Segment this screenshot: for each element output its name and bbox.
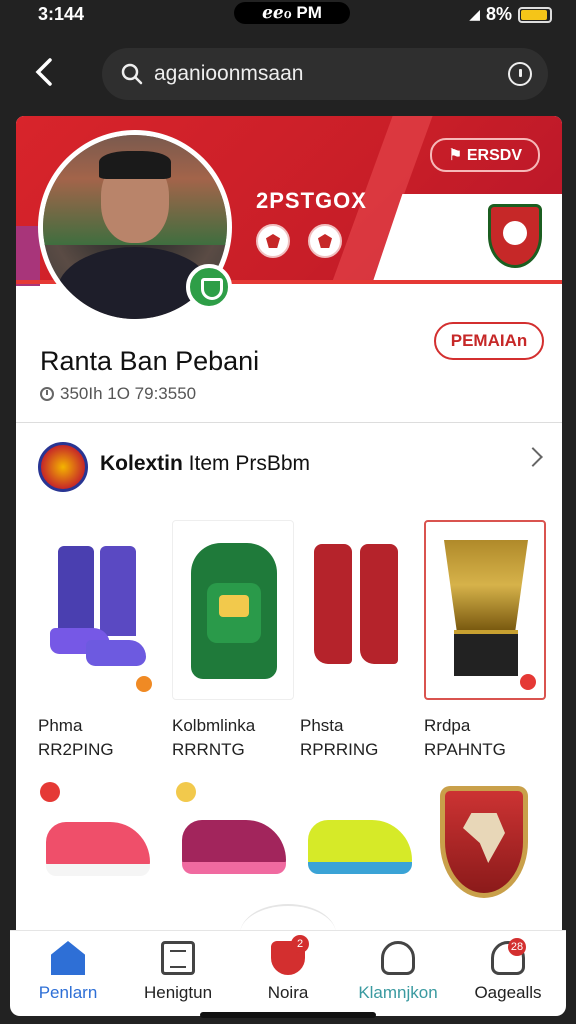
item-price: RPAHNTG (424, 740, 506, 759)
tab-community[interactable]: Klamnjkon (348, 941, 448, 1003)
person-icon: 28 (491, 938, 526, 975)
club-icon (256, 224, 290, 258)
club-icon (308, 224, 342, 258)
follow-button[interactable]: PEMAIAn (434, 322, 544, 360)
notification-badge: 2 (291, 935, 309, 953)
rarity-badge-icon (134, 674, 154, 694)
item-image-backpack (172, 520, 294, 700)
item-name: Phsta (300, 716, 344, 735)
tab-list[interactable]: Henigtun (128, 941, 228, 1003)
tab-home[interactable]: Penlarn (18, 941, 118, 1003)
item-image-purple-shoe (172, 776, 294, 916)
list-item[interactable]: Phsta RPRRING (300, 520, 422, 762)
bottom-nav: Penlarn Henigtun 2 Noira Klamnjkon 28 Oa… (10, 930, 566, 1016)
status-time: 3:144 (38, 4, 85, 24)
chevron-left-icon (35, 58, 52, 86)
list-item[interactable] (38, 776, 160, 916)
list-item[interactable] (172, 776, 294, 916)
signal-icon: ◢ (469, 6, 480, 22)
item-price: RRRNTG (172, 740, 245, 759)
battery-icon (518, 6, 552, 23)
dynamic-island: ℯℯℴ PM (234, 2, 350, 24)
banner-badge[interactable]: ⚑ ERSDV (430, 138, 540, 172)
list-item[interactable] (300, 776, 422, 916)
search-icon (121, 63, 143, 85)
search-input[interactable]: aganioonmsaan (102, 48, 548, 100)
chevron-right-icon[interactable] (523, 447, 543, 467)
battery-text: 8% (485, 4, 512, 24)
person-icon (381, 941, 415, 975)
status-right: ◢ 8% (469, 4, 552, 25)
item-price: RR2PING (38, 740, 114, 759)
club-crest-icon (488, 204, 542, 268)
rarity-badge-icon (518, 672, 538, 692)
collection-title: Kolextin Item PrsBbm (100, 452, 311, 475)
profile-card: ⚑ ERSDV 2PSTGOX PEMAIAn Ranta Ban Pebani… (16, 116, 562, 946)
divider (16, 422, 562, 423)
collection-badge-icon (38, 442, 88, 492)
item-image-shield (424, 776, 546, 916)
item-image-pink-shoe (38, 776, 160, 916)
list-item[interactable] (424, 776, 546, 916)
home-icon (51, 941, 85, 975)
team-name: 2PSTGOX (256, 188, 367, 213)
item-name: Kolbmlinka (172, 716, 256, 735)
item-name: Rrdpa (424, 716, 471, 735)
player-meta: 350Ih 1O 79:3550 (40, 384, 196, 404)
top-bar: aganioonmsaan (0, 40, 576, 110)
item-image-trophy (424, 520, 546, 700)
list-item[interactable]: Rrdpa RPAHNTG (424, 520, 546, 762)
home-indicator[interactable] (200, 1012, 376, 1018)
back-button[interactable] (28, 54, 68, 94)
item-price: RPRRING (300, 740, 379, 759)
collection-header[interactable]: Kolextin Item PrsBbm (16, 434, 562, 494)
notification-badge: 28 (508, 938, 526, 956)
item-image-red-boots (300, 520, 422, 700)
clock-icon (40, 387, 54, 401)
verified-badge-icon (186, 264, 232, 310)
list-item[interactable]: Kolbmlinka RRRNTG (172, 520, 294, 762)
shield-icon: 2 (271, 935, 309, 975)
player-name: Ranta Ban Pebani (40, 346, 260, 376)
tab-profile[interactable]: 28 Oagealls (458, 938, 558, 1003)
item-image-boots (38, 520, 160, 700)
item-image-neon-shoe (300, 776, 422, 916)
item-name: Phma (38, 716, 83, 735)
status-bar: 3:144 ℯℯℴ PM ◢ 8% (0, 0, 576, 32)
list-item[interactable]: Phma RR2PING (38, 520, 160, 762)
scan-icon[interactable] (508, 62, 532, 86)
search-query: aganioonmsaan (154, 62, 304, 85)
tab-shield[interactable]: 2 Noira (238, 935, 338, 1003)
phone-screen: 3:144 ℯℯℴ PM ◢ 8% aganioonmsaan ⚑ ERSDV … (0, 0, 576, 1024)
list-icon (161, 941, 195, 975)
